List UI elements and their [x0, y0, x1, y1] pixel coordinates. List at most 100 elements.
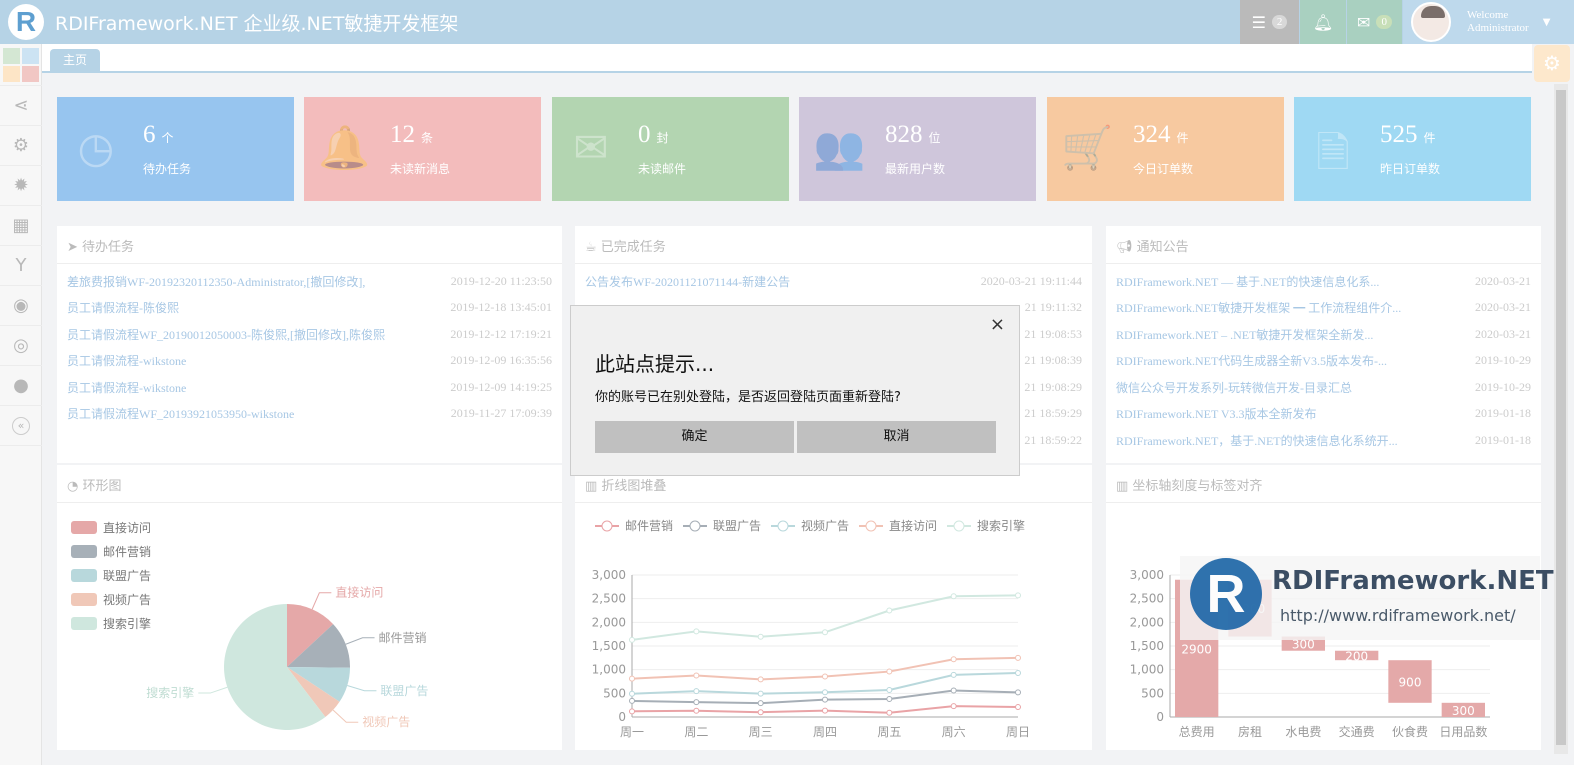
legend-item[interactable]: 视频广告	[771, 518, 849, 533]
data-point[interactable]	[629, 636, 635, 643]
list-item[interactable]: RDIFramework.NET敏捷开发框架 ━ 工作流程组件介... 2020-…	[1106, 295, 1541, 322]
collapse-sidebar-button[interactable]: «	[0, 406, 42, 446]
list-item[interactable]: 员工请假流程-wikstone 2019-12-09 16:35:56	[57, 348, 562, 375]
sidebar-item-calendar[interactable]: ▦	[0, 206, 42, 246]
data-point[interactable]	[950, 687, 957, 694]
y-tick-label: 500	[603, 686, 626, 700]
dialog-title: 此站点提示...	[595, 352, 715, 376]
list-item[interactable]: 差旅费报销WF-20192320112350-Administrator,[撤回…	[57, 268, 562, 295]
data-point[interactable]	[950, 703, 957, 710]
sidebar-item-filter[interactable]: Y	[0, 246, 42, 286]
item-link[interactable]: 员工请假流程-wikstone	[67, 379, 186, 396]
stat-card[interactable]: 🗎 525 件昨日订单数	[1294, 97, 1531, 201]
item-link[interactable]: RDIFramework.NET V3.3版本全新发布	[1116, 405, 1317, 422]
legend-item[interactable]: 搜索引擎	[947, 518, 1025, 533]
list-item[interactable]: 员工请假流程WF_20190012050003-陈俊熙,[撤回修改],陈俊熙 20…	[57, 321, 562, 348]
sidebar-item-gears[interactable]: ⚙	[0, 126, 42, 166]
data-point[interactable]	[629, 708, 635, 715]
close-icon[interactable]: ×	[990, 314, 1005, 335]
data-point[interactable]	[822, 689, 828, 696]
data-point[interactable]	[886, 709, 893, 716]
item-link[interactable]: 员工请假流程WF_20190012050003-陈俊熙,[撤回修改],陈俊熙	[67, 326, 385, 343]
stat-card[interactable]: 🔔 12 条未读新消息	[304, 97, 541, 201]
item-link[interactable]: RDIFramework.NET，基于.NET的快速信息化系统开...	[1116, 432, 1398, 449]
data-point[interactable]	[950, 593, 957, 600]
list-item[interactable]: 员工请假流程-wikstone 2019-12-09 14:19:25	[57, 374, 562, 401]
data-point[interactable]	[693, 672, 700, 679]
user-menu[interactable]: Welcome Administrator ▼	[1403, 0, 1574, 44]
data-point[interactable]	[1015, 654, 1021, 661]
data-point[interactable]	[1015, 704, 1021, 711]
scrollbar-thumb[interactable]	[1556, 90, 1566, 745]
messages-button[interactable]: ✉ 0	[1347, 0, 1402, 44]
sidebar-item-wechat[interactable]: ◉	[0, 286, 42, 326]
data-point[interactable]	[822, 707, 828, 714]
list-item[interactable]: RDIFramework.NET，基于.NET的快速信息化系统开... 2019-…	[1106, 427, 1541, 454]
item-link[interactable]: 微信公众号开发系列-玩转微信开发-目录汇总	[1116, 379, 1352, 396]
sidebar-item-share[interactable]: ⋖	[0, 86, 42, 126]
sidebar-item-cog[interactable]: ✹	[0, 166, 42, 206]
tab-home[interactable]: 主页	[50, 49, 100, 72]
sidebar-item-eye[interactable]: ◎	[0, 326, 42, 366]
data-point[interactable]	[757, 676, 764, 683]
data-point[interactable]	[693, 707, 700, 714]
stat-card[interactable]: 👥 828 位最新用户数	[799, 97, 1036, 201]
item-link[interactable]: 员工请假流程-wikstone	[67, 352, 186, 369]
list-item[interactable]: RDIFramework.NET — 基于.NET的快速信息化系... 2020-…	[1106, 268, 1541, 295]
data-point[interactable]	[629, 690, 635, 697]
data-point[interactable]	[757, 709, 764, 716]
sidebar-item-globe[interactable]: ●	[0, 366, 42, 406]
ok-button[interactable]: 确定	[595, 421, 794, 453]
data-point[interactable]	[886, 696, 893, 703]
tasks-button[interactable]: ☰ 2	[1240, 0, 1299, 44]
data-point[interactable]	[629, 675, 635, 682]
data-point[interactable]	[1015, 669, 1021, 676]
data-point[interactable]	[693, 688, 700, 695]
item-link[interactable]: 员工请假流程-陈俊熙	[67, 299, 179, 316]
item-link[interactable]: 公告发布WF-20201121071144-新建公告	[585, 273, 790, 290]
item-link[interactable]: RDIFramework.NET – .NET敏捷开发框架全新发...	[1116, 326, 1373, 343]
list-item[interactable]: 微信公众号开发系列-玩转微信开发-目录汇总 2019-10-29	[1106, 374, 1541, 401]
app-logo[interactable]: R	[8, 4, 44, 40]
item-time: 2020-03-21	[1475, 273, 1531, 288]
list-item[interactable]: RDIFramework.NET V3.3版本全新发布 2019-01-18	[1106, 401, 1541, 428]
data-point[interactable]	[693, 699, 700, 706]
item-link[interactable]: 差旅费报销WF-20192320112350-Administrator,[撤回…	[67, 273, 365, 290]
legend-item[interactable]: 直接访问	[859, 518, 937, 533]
data-point[interactable]	[629, 697, 635, 704]
stat-card[interactable]: 🛒 324 件今日订单数	[1047, 97, 1284, 201]
panel-title: 通知公告	[1136, 240, 1189, 255]
list-item[interactable]: 公告发布WF-20201121071144-新建公告 2020-03-21 19:…	[575, 268, 1092, 295]
list-item[interactable]: RDIFramework.NET – .NET敏捷开发框架全新发... 2020-…	[1106, 321, 1541, 348]
data-point[interactable]	[757, 633, 764, 640]
notifications-button[interactable]: 🔔︎	[1300, 0, 1346, 44]
data-point[interactable]	[822, 673, 828, 680]
data-point[interactable]	[886, 607, 893, 614]
item-link[interactable]: 员工请假流程WF_20193921053950-wikstone	[67, 405, 294, 422]
data-point[interactable]	[886, 668, 893, 675]
scrollbar[interactable]	[1554, 84, 1568, 754]
cancel-button[interactable]: 取消	[797, 421, 996, 453]
data-point[interactable]	[886, 687, 893, 694]
item-link[interactable]: RDIFramework.NET代码生成器全新V3.5版本发布-...	[1116, 352, 1387, 369]
list-item[interactable]: 员工请假流程-陈俊熙 2019-12-18 13:45:01	[57, 295, 562, 322]
data-point[interactable]	[950, 671, 957, 678]
list-item[interactable]: 员工请假流程WF_20193921053950-wikstone 2019-11-…	[57, 401, 562, 428]
data-point[interactable]	[1015, 689, 1021, 696]
item-link[interactable]: RDIFramework.NET — 基于.NET的快速信息化系...	[1116, 273, 1379, 290]
data-point[interactable]	[1015, 592, 1021, 599]
item-link[interactable]: RDIFramework.NET敏捷开发框架 ━ 工作流程组件介...	[1116, 299, 1401, 316]
data-point[interactable]	[757, 700, 764, 707]
data-point[interactable]	[693, 628, 700, 635]
legend-item[interactable]: 联盟广告	[683, 519, 761, 533]
stat-card[interactable]: ◷ 6 个待办任务	[57, 97, 294, 201]
data-point[interactable]	[757, 690, 764, 697]
stat-card[interactable]: ✉ 0 封未读邮件	[552, 97, 789, 201]
data-point[interactable]	[822, 629, 828, 636]
list-item[interactable]: RDIFramework.NET代码生成器全新V3.5版本发布-... 2019-…	[1106, 348, 1541, 375]
data-point[interactable]	[822, 696, 828, 703]
data-point[interactable]	[950, 656, 957, 663]
theme-switcher[interactable]	[0, 44, 42, 86]
legend-item[interactable]: 邮件营销	[595, 519, 673, 533]
settings-button[interactable]: ⚙	[1534, 45, 1570, 82]
